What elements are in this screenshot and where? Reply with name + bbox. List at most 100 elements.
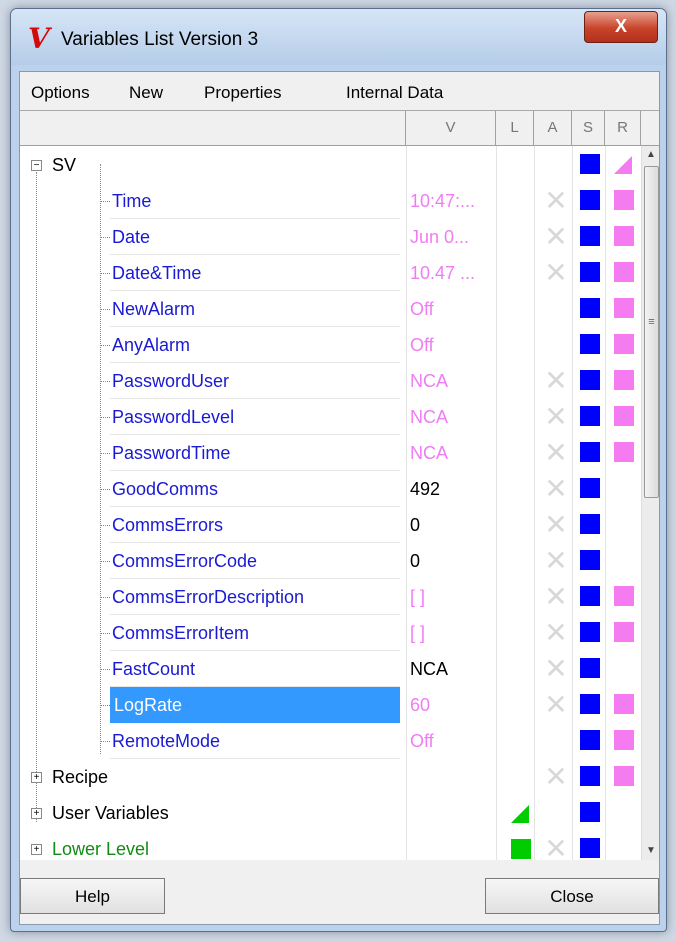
variable-value: Jun 0... [410, 227, 470, 247]
log-partial-triangle-icon [511, 805, 529, 823]
scroll-up-arrow-icon[interactable]: ▲ [642, 146, 659, 164]
menu-internal-data[interactable]: Internal Data [346, 83, 443, 103]
variable-name[interactable]: Date [108, 219, 154, 255]
app-v-icon: V [28, 22, 50, 55]
save-enabled-square-icon [580, 622, 600, 642]
variable-name[interactable]: GoodComms [108, 471, 222, 507]
alarm-disabled-x-icon: ✕ [544, 365, 568, 396]
variable-name[interactable]: FastCount [108, 651, 199, 687]
tree-row[interactable]: AnyAlarm Off [20, 327, 641, 363]
variable-name[interactable]: RemoteMode [108, 723, 224, 759]
tree-row[interactable]: GoodComms 492 ✕ [20, 471, 641, 507]
tree-row[interactable]: PasswordTime NCA ✕ [20, 435, 641, 471]
tree-row[interactable]: + Lower Level ✕ [20, 831, 641, 860]
tree-row[interactable]: PasswordUser NCA ✕ [20, 363, 641, 399]
tree-row[interactable]: Time 10:47:... ✕ [20, 183, 641, 219]
variable-value: 0 [410, 551, 421, 571]
column-header-l[interactable]: L [496, 111, 534, 145]
tree-row[interactable]: CommsErrorItem [ ] ✕ [20, 615, 641, 651]
tree-row[interactable]: PasswordLevel NCA ✕ [20, 399, 641, 435]
tree-row[interactable]: CommsErrors 0 ✕ [20, 507, 641, 543]
column-header-a[interactable]: A [534, 111, 572, 145]
variable-name[interactable]: Time [108, 183, 155, 219]
tree-row[interactable]: Date&Time 10.47 ... ✕ [20, 255, 641, 291]
variable-name[interactable]: CommsErrorCode [108, 543, 261, 579]
vertical-scrollbar[interactable]: ▲ ≡ ▼ [641, 146, 659, 860]
retain-enabled-square-icon [614, 766, 634, 786]
tree-row[interactable]: − SV [20, 147, 641, 183]
retain-enabled-square-icon [614, 370, 634, 390]
tree-row[interactable]: CommsErrorDescription [ ] ✕ [20, 579, 641, 615]
save-enabled-square-icon [580, 406, 600, 426]
tree-row[interactable]: FastCount NCA ✕ [20, 651, 641, 687]
tree-row[interactable]: + Recipe ✕ [20, 759, 641, 795]
variable-value: [ ] [410, 623, 426, 643]
variable-name[interactable]: PasswordLevel [108, 399, 238, 435]
close-button[interactable]: Close [485, 878, 659, 914]
menu-options[interactable]: Options [31, 83, 90, 103]
tree-row[interactable]: + User Variables [20, 795, 641, 831]
variable-name[interactable]: CommsErrorDescription [108, 579, 308, 615]
scroll-down-arrow-icon[interactable]: ▼ [642, 842, 659, 860]
save-enabled-square-icon [580, 334, 600, 354]
menu-properties[interactable]: Properties [204, 83, 281, 103]
alarm-disabled-x-icon: ✕ [544, 761, 568, 792]
retain-enabled-square-icon [614, 226, 634, 246]
variable-name[interactable]: NewAlarm [108, 291, 199, 327]
variable-name[interactable]: AnyAlarm [108, 327, 194, 363]
alarm-disabled-x-icon: ✕ [544, 257, 568, 288]
menu-bar: Options New Properties Internal Data [20, 72, 659, 111]
alarm-disabled-x-icon: ✕ [544, 545, 568, 576]
column-header-row: V L A S R [20, 111, 659, 146]
variable-value: Off [410, 731, 434, 751]
save-enabled-square-icon [580, 370, 600, 390]
column-header-v[interactable]: V [406, 111, 496, 145]
scroll-grip-icon: ≡ [648, 316, 655, 328]
save-enabled-square-icon [580, 586, 600, 606]
variable-name[interactable]: PasswordUser [108, 363, 233, 399]
window-close-button[interactable]: X [584, 11, 658, 43]
tree-row[interactable]: Date Jun 0... ✕ [20, 219, 641, 255]
variable-name[interactable]: CommsErrors [108, 507, 227, 543]
column-header-r[interactable]: R [605, 111, 641, 145]
collapse-minus-icon[interactable]: − [31, 160, 42, 171]
variable-name[interactable]: User Variables [48, 795, 173, 831]
variable-value: NCA [410, 371, 449, 391]
column-header-name[interactable] [20, 111, 406, 145]
retain-enabled-square-icon [614, 730, 634, 750]
expand-plus-icon[interactable]: + [31, 844, 42, 855]
variable-name[interactable]: Recipe [48, 759, 112, 795]
variables-tree-list[interactable]: ▲ ≡ ▼ − SV Time 10:47:... ✕ Date Jun 0... ✕ Date… [20, 146, 659, 860]
variable-name[interactable]: Date&Time [108, 255, 205, 291]
expand-plus-icon[interactable]: + [31, 772, 42, 783]
variable-value: 60 [410, 695, 431, 715]
retain-partial-triangle-icon [614, 156, 632, 174]
help-button[interactable]: Help [20, 878, 165, 914]
retain-enabled-square-icon [614, 334, 634, 354]
alarm-disabled-x-icon: ✕ [544, 833, 568, 861]
retain-enabled-square-icon [614, 190, 634, 210]
title-bar[interactable]: V Variables List Version 3 X [11, 9, 666, 65]
variable-name[interactable]: LogRate [110, 687, 400, 723]
tree-row[interactable]: RemoteMode Off [20, 723, 641, 759]
variable-value: 10:47:... [410, 191, 476, 211]
expand-plus-icon[interactable]: + [31, 808, 42, 819]
variable-value: NCA [410, 659, 449, 679]
tree-row[interactable]: NewAlarm Off [20, 291, 641, 327]
variables-list-window: V Variables List Version 3 X Options New… [10, 8, 667, 932]
variable-name[interactable]: CommsErrorItem [108, 615, 253, 651]
retain-enabled-square-icon [614, 586, 634, 606]
save-enabled-square-icon [580, 838, 600, 858]
column-header-s[interactable]: S [572, 111, 605, 145]
variable-name[interactable]: PasswordTime [108, 435, 234, 471]
menu-new[interactable]: New [129, 83, 163, 103]
client-area: Options New Properties Internal Data V L… [19, 71, 660, 925]
variable-value: Off [410, 299, 434, 319]
tree-row[interactable]: LogRate 60 ✕ [20, 687, 641, 723]
variable-name[interactable]: SV [48, 147, 80, 183]
alarm-disabled-x-icon: ✕ [544, 437, 568, 468]
save-enabled-square-icon [580, 442, 600, 462]
variable-name[interactable]: Lower Level [48, 831, 153, 860]
tree-row[interactable]: CommsErrorCode 0 ✕ [20, 543, 641, 579]
scroll-thumb[interactable]: ≡ [644, 166, 659, 498]
